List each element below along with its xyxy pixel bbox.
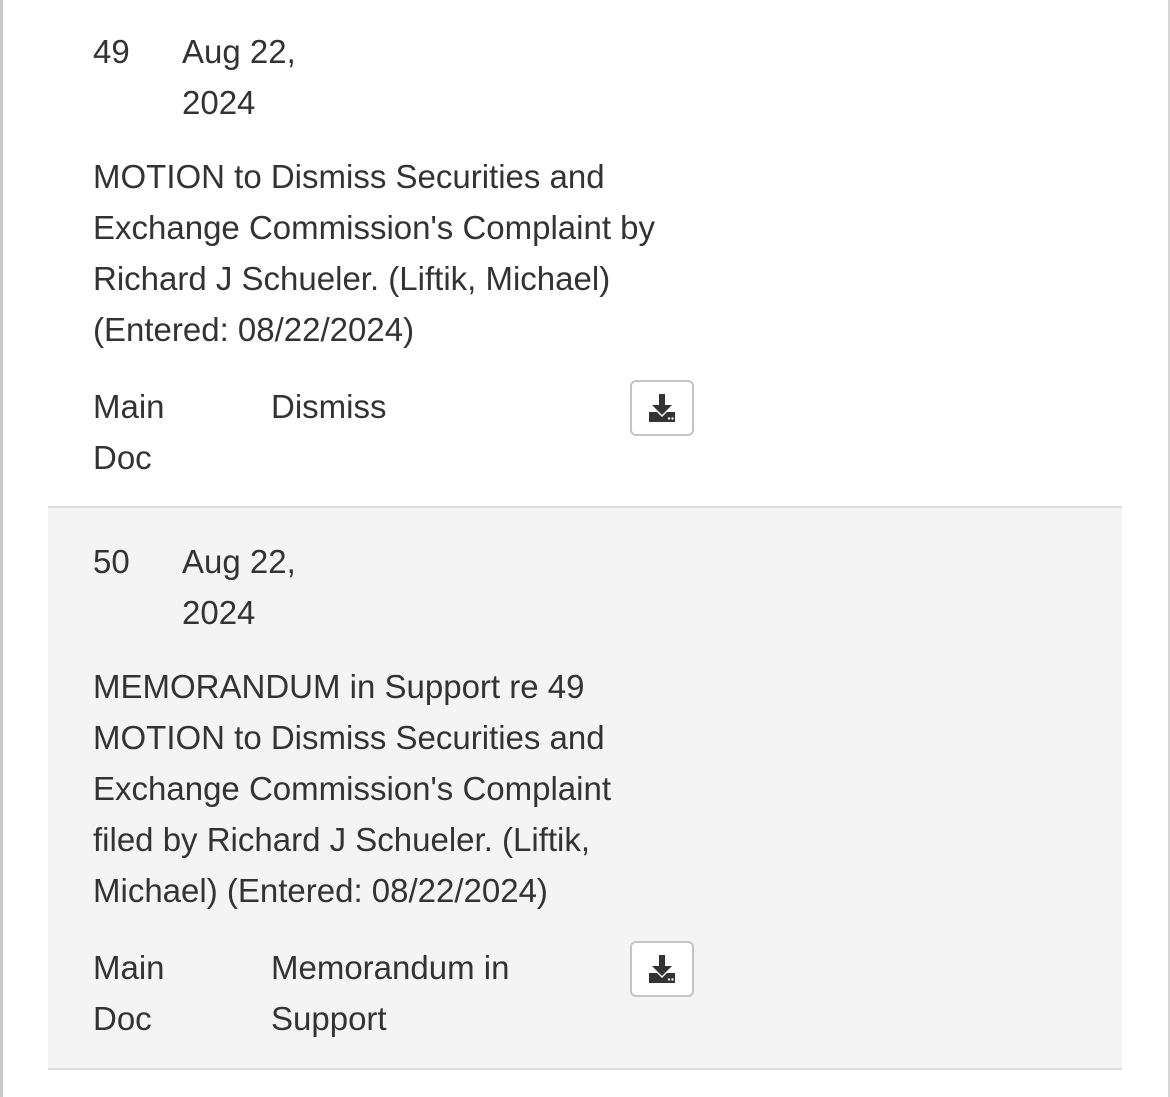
document-description: Dismiss	[271, 388, 387, 425]
description-line: (Entered: 08/22/2024)	[93, 311, 415, 348]
entry-date-year: 2024	[182, 594, 256, 631]
download-icon	[647, 954, 677, 984]
docket-entry: 49 Aug 22, 2024 MOTION to Dismiss Securi…	[48, 0, 1122, 508]
document-description: Support	[271, 1000, 387, 1037]
description-line: Exchange Commission's Complaint by	[93, 209, 656, 246]
download-button[interactable]	[630, 380, 694, 436]
entry-date-year: 2024	[182, 84, 256, 121]
entry-date-month-day: Aug 22,	[182, 543, 296, 580]
download-button[interactable]	[630, 941, 694, 997]
description-line: Exchange Commission's Complaint	[93, 770, 612, 807]
document-description: Memorandum in	[271, 949, 510, 986]
entry-number: 50	[93, 543, 130, 580]
description-line: MEMORANDUM in Support re 49	[93, 668, 585, 705]
download-icon	[647, 393, 677, 423]
description-line: Richard J Schueler. (Liftik, Michael)	[93, 260, 611, 297]
description-line: Michael) (Entered: 08/22/2024)	[93, 872, 548, 909]
description-line: MOTION to Dismiss Securities and	[93, 719, 605, 756]
document-type: Main	[93, 949, 165, 986]
document-type: Main	[93, 388, 165, 425]
entry-number: 49	[93, 33, 130, 70]
description-line: filed by Richard J Schueler. (Liftik,	[93, 821, 591, 858]
docket-entry: 50 Aug 22, 2024 MEMORANDUM in Support re…	[48, 508, 1122, 1070]
panel-left-border	[0, 0, 3, 1097]
document-type: Doc	[93, 1000, 152, 1037]
entry-date-month-day: Aug 22,	[182, 33, 296, 70]
description-line: MOTION to Dismiss Securities and	[93, 158, 605, 195]
document-type: Doc	[93, 439, 152, 476]
